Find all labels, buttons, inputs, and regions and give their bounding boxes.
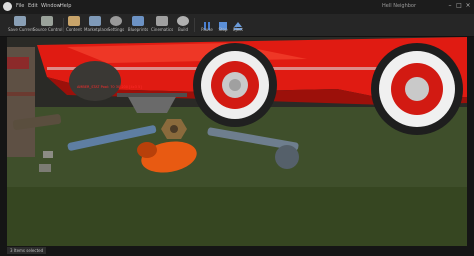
menu-bar: File Edit Window Help Hell Neighbor – □ …: [0, 0, 474, 15]
toolbar-separator: [194, 18, 195, 32]
level-viewport[interactable]: AMBER_STAT Pool: 70 30 200 [4c3 5]: [7, 37, 467, 246]
marketplace-button[interactable]: Marketplace: [84, 15, 109, 35]
status-bar: [0, 246, 474, 256]
content-icon: [68, 16, 80, 26]
eject-icon: [232, 16, 244, 30]
source-control-button[interactable]: Source Control: [33, 15, 62, 35]
save-icon: [14, 16, 26, 26]
blueprints-icon: [132, 16, 144, 26]
engine-logo-icon: [3, 2, 12, 11]
content-button[interactable]: Content: [65, 15, 83, 35]
selection-status: 3 Items selected: [7, 247, 47, 254]
menu-edit[interactable]: Edit: [28, 3, 38, 9]
build-icon: [177, 16, 189, 26]
settings-button[interactable]: Settings: [107, 15, 125, 35]
build-button[interactable]: Build: [176, 15, 190, 35]
source-control-icon: [41, 16, 53, 26]
marketplace-icon: [89, 16, 101, 26]
main-toolbar: Save Current Source Control Content Mark…: [0, 14, 474, 37]
pause-button[interactable]: Pause: [199, 15, 215, 35]
cinematics-icon: [156, 16, 168, 26]
scene-render: [7, 37, 467, 246]
eject-button[interactable]: Eject: [231, 15, 245, 35]
menu-window[interactable]: Window: [41, 3, 61, 9]
viewport-debug-text: AMBER_STAT Pool: 70 30 200 [4c3 5]: [77, 85, 142, 89]
menu-file[interactable]: File: [16, 3, 24, 9]
editor-window: File Edit Window Help Hell Neighbor – □ …: [0, 0, 474, 256]
stop-button[interactable]: Stop: [216, 15, 230, 35]
menu-help[interactable]: Help: [60, 3, 71, 9]
pause-icon: [201, 16, 213, 30]
maximize-button[interactable]: □: [455, 2, 463, 10]
minimize-button[interactable]: –: [446, 2, 454, 10]
close-button[interactable]: ×: [464, 2, 472, 10]
toolbar-separator: [63, 18, 64, 32]
settings-gear-icon: [110, 16, 122, 26]
project-title: Hell Neighbor: [382, 3, 417, 9]
cinematics-button[interactable]: Cinematics: [151, 15, 173, 35]
blueprints-button[interactable]: Blueprints: [127, 15, 149, 35]
stop-icon: [217, 16, 229, 30]
save-current-button[interactable]: Save Current: [8, 15, 34, 35]
